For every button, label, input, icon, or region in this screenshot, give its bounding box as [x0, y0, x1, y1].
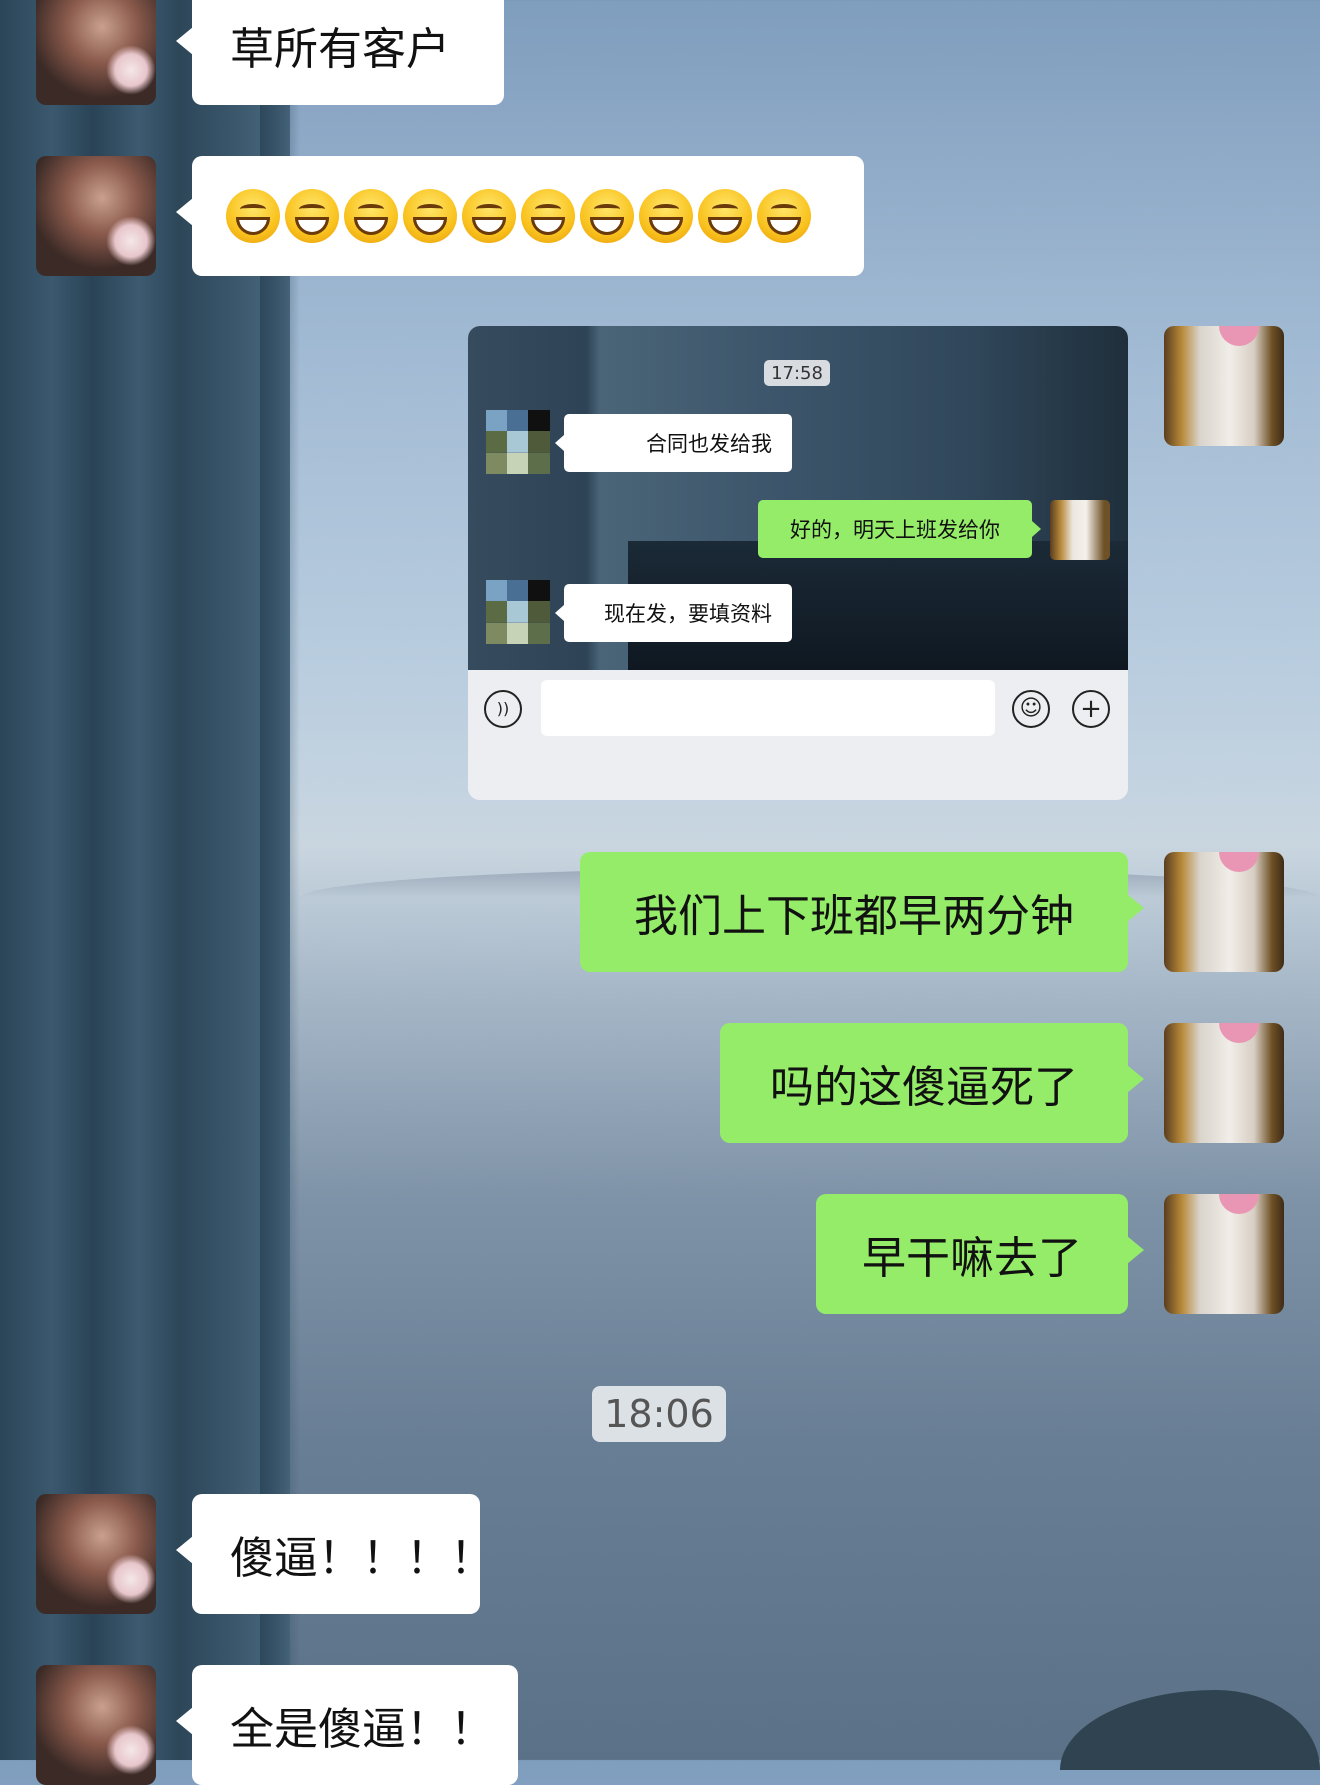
my-avatar[interactable] — [1164, 1194, 1284, 1314]
pixelated-contact-avatar — [486, 410, 550, 474]
message-text: 全是傻逼！！ — [230, 1704, 494, 1755]
grinning-face-emoji — [285, 189, 339, 243]
emoji-row — [192, 189, 811, 243]
incoming-message-bubble[interactable]: 傻逼！！！！ — [176, 1494, 494, 1614]
outgoing-message-bubble[interactable]: 我们上下班都早两分钟 — [580, 852, 1144, 972]
grinning-face-emoji — [462, 189, 516, 243]
grinning-face-emoji — [757, 189, 811, 243]
pixelated-contact-avatar — [486, 580, 550, 644]
screenshot-timestamp: 17:58 — [764, 360, 830, 386]
grinning-face-emoji — [226, 189, 280, 243]
plus-icon: + — [1072, 690, 1110, 728]
incoming-message-bubble[interactable]: 草所有客户 — [176, 0, 504, 105]
contact-avatar[interactable] — [36, 156, 156, 276]
outgoing-message-bubble[interactable]: 早干嘛去了 — [816, 1194, 1144, 1314]
screenshot-incoming-bubble: 合同也发给我 — [555, 414, 792, 472]
screenshot-message-text: 现在发，要填资料 — [604, 602, 772, 626]
message-text: 早干嘛去了 — [862, 1233, 1082, 1284]
voice-icon: )) — [484, 690, 522, 728]
screenshot-my-avatar — [1050, 500, 1110, 560]
contact-avatar[interactable] — [36, 1494, 156, 1614]
my-avatar[interactable] — [1164, 852, 1284, 972]
screenshot-input-bar: )) ☺ + — [468, 670, 1128, 800]
screenshot-message-text: 好的，明天上班发给你 — [790, 518, 1000, 542]
island-silhouette — [1060, 1690, 1320, 1770]
screenshot-outgoing-bubble: 好的，明天上班发给你 — [758, 500, 1041, 558]
grinning-face-emoji — [344, 189, 398, 243]
screenshot-incoming-bubble: 现在发，要填资料 — [555, 584, 792, 642]
grinning-face-emoji — [639, 189, 693, 243]
incoming-message-bubble[interactable]: 全是傻逼！！ — [176, 1665, 518, 1785]
grinning-face-emoji — [521, 189, 575, 243]
my-avatar[interactable] — [1164, 1023, 1284, 1143]
screenshot-text-input — [541, 680, 995, 736]
shared-screenshot-image[interactable]: 17:58 合同也发给我 好的，明天上班发给你 现在发，要填资料 )) ☺ + — [468, 326, 1128, 800]
incoming-emoji-bubble[interactable] — [176, 156, 864, 276]
contact-avatar[interactable] — [36, 0, 156, 105]
screenshot-message-text: 合同也发给我 — [646, 432, 772, 456]
my-avatar[interactable] — [1164, 326, 1284, 446]
message-text: 傻逼！！！！ — [230, 1533, 494, 1584]
message-text: 草所有客户 — [230, 24, 450, 75]
message-text: 我们上下班都早两分钟 — [634, 891, 1074, 942]
outgoing-message-bubble[interactable]: 吗的这傻逼死了 — [720, 1023, 1144, 1143]
chat-timestamp: 18:06 — [592, 1386, 726, 1442]
grinning-face-emoji — [698, 189, 752, 243]
grinning-face-emoji — [403, 189, 457, 243]
message-text: 吗的这傻逼死了 — [770, 1062, 1078, 1113]
smiley-icon: ☺ — [1012, 690, 1050, 728]
grinning-face-emoji — [580, 189, 634, 243]
contact-avatar[interactable] — [36, 1665, 156, 1785]
